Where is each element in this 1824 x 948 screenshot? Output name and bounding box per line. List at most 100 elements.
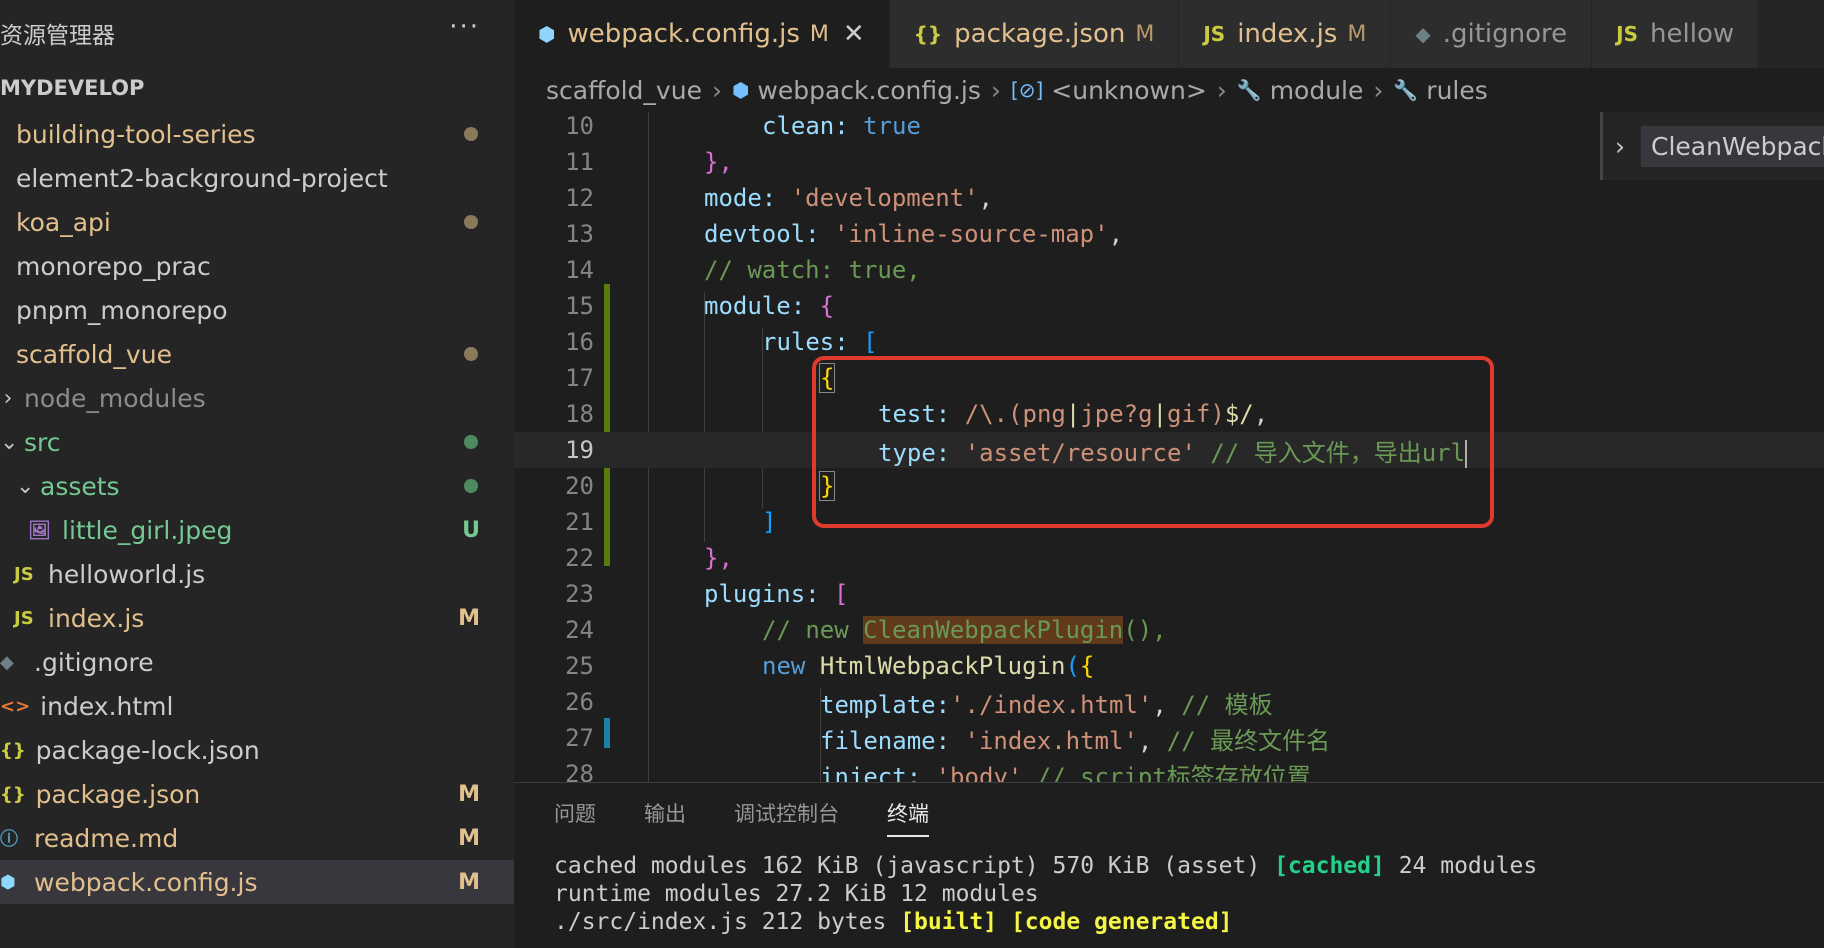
info-file-icon: ⓘ <box>0 829 18 850</box>
tree-item[interactable]: › node_modules <box>0 376 514 420</box>
modified-dot-icon <box>464 215 478 229</box>
line-number: 17 <box>565 364 594 392</box>
tree-item-label: package-lock.json <box>35 735 260 765</box>
code-line: 26 template:'./index.html', // 模板 <box>514 684 1824 720</box>
terminal-output[interactable]: cached modules 162 KiB (javascript) 570 … <box>514 843 1824 937</box>
tree-item[interactable]: {} package-lock.json <box>0 728 514 772</box>
line-number: 28 <box>565 760 594 782</box>
breadcrumb-item-rules[interactable]: rules <box>1426 76 1487 105</box>
tree-item[interactable]: pnpm_monorepo <box>0 288 514 332</box>
git-status-badge: M <box>458 825 480 851</box>
code-line: 14 // watch: true, <box>514 252 1824 288</box>
line-number: 22 <box>565 544 594 572</box>
editor-tab[interactable]: {} package.json M <box>889 0 1180 68</box>
tab-label: package.json <box>954 19 1126 49</box>
line-number: 12 <box>565 184 594 212</box>
git-status-badge: M <box>458 605 480 631</box>
tree-item[interactable]: scaffold_vue <box>0 332 514 376</box>
close-icon[interactable]: ✕ <box>843 19 865 49</box>
tree-item[interactable]: ⓘ readme.md M <box>0 816 514 860</box>
editor-tab[interactable]: JS index.js M <box>1179 0 1392 68</box>
line-number: 10 <box>565 112 594 140</box>
tree-item[interactable]: ⌄ assets <box>0 464 514 508</box>
tree-item-label: element2-background-project <box>16 163 388 193</box>
javascript-file-icon: JS <box>14 563 34 585</box>
breadcrumb-item-module[interactable]: module <box>1270 76 1364 105</box>
tree-item[interactable]: element2-background-project <box>0 156 514 200</box>
tree-item-label: helloworld.js <box>48 559 206 589</box>
editor-tab[interactable]: ⬢ webpack.config.js M ✕ <box>514 0 890 68</box>
bottom-panel: 问题 输出 调试控制台 终端 cached modules 162 KiB (j… <box>514 782 1824 948</box>
tab-modified-badge: M <box>1347 21 1367 47</box>
tree-item-label: src <box>24 427 61 457</box>
panel-tabs: 问题 输出 调试控制台 终端 <box>514 783 1824 843</box>
tree-item-label: monorepo_prac <box>16 251 211 281</box>
tab-output[interactable]: 输出 <box>644 783 686 843</box>
tree-item[interactable]: ⌄ src <box>0 420 514 464</box>
explorer-title-text: 资源管理器 <box>0 23 115 49</box>
breadcrumb-item-symbol[interactable]: <unknown> <box>1051 76 1207 105</box>
javascript-file-icon: JS <box>1203 22 1226 46</box>
code-line: 24 // new CleanWebpackPlugin(), <box>514 612 1824 648</box>
line-number: 18 <box>565 400 594 428</box>
explorer-sidebar: 资源管理器 ··· MYDEVELOP building-tool-series… <box>0 0 514 948</box>
tree-item-label: readme.md <box>34 823 179 853</box>
chevron-right-icon[interactable]: › <box>1615 132 1625 161</box>
tab-terminal[interactable]: 终端 <box>887 783 929 843</box>
tree-item-label: webpack.config.js <box>34 867 258 897</box>
html-file-icon: <> <box>0 695 31 717</box>
code-line: 25 new HtmlWebpackPlugin({ <box>514 648 1824 684</box>
workspace-header[interactable]: MYDEVELOP <box>0 68 144 108</box>
tree-item[interactable]: JS index.js M <box>0 596 514 640</box>
tab-label: hellow <box>1650 19 1735 49</box>
webpack-file-icon: ⬢ <box>0 871 16 893</box>
tree-item[interactable]: {} package.json M <box>0 772 514 816</box>
highlight-annotation-box <box>812 356 1494 528</box>
terminal-line: ./src/index.js 212 bytes [built] [code g… <box>554 909 1233 935</box>
breadcrumb: scaffold_vue › ⬢ webpack.config.js › [⊘]… <box>514 68 1824 112</box>
tree-item[interactable]: ⬢ webpack.config.js M <box>0 860 514 904</box>
tree-item-label: building-tool-series <box>16 119 256 149</box>
tree-item[interactable]: ◆ .gitignore <box>0 640 514 684</box>
tree-item[interactable]: building-tool-series <box>0 112 514 156</box>
chevron-down-icon[interactable]: ⌄ <box>16 474 34 499</box>
modified-dot-icon <box>464 127 478 141</box>
modified-dot-icon <box>464 435 478 449</box>
webpack-file-icon: ⬢ <box>538 22 556 46</box>
variable-icon: [⊘] <box>1010 78 1044 102</box>
breadcrumb-item-file[interactable]: webpack.config.js <box>757 76 980 105</box>
webpack-file-icon: ⬢ <box>731 78 750 102</box>
line-number: 24 <box>565 616 594 644</box>
editor-tab[interactable]: ◆ .gitignore <box>1391 0 1593 68</box>
json-file-icon: {} <box>0 783 26 805</box>
line-number: 20 <box>565 472 594 500</box>
tree-item-label: .gitignore <box>34 647 154 677</box>
tree-item[interactable]: <> index.html <box>0 684 514 728</box>
breadcrumb-item-folder[interactable]: scaffold_vue <box>546 76 702 105</box>
tree-item-label: package.json <box>35 779 201 809</box>
more-actions-icon[interactable]: ··· <box>449 12 480 42</box>
tree-item-label: koa_api <box>16 207 111 237</box>
editor-tab[interactable]: JS hellow <box>1592 0 1760 68</box>
line-number: 13 <box>565 220 594 248</box>
git-status-badge: M <box>458 781 480 807</box>
tree-item[interactable]: monorepo_prac <box>0 244 514 288</box>
line-number: 26 <box>565 688 594 716</box>
tab-debug-console[interactable]: 调试控制台 <box>734 783 839 843</box>
peek-label: CleanWebpack <box>1641 125 1824 167</box>
tab-problems[interactable]: 问题 <box>554 783 596 843</box>
tab-label: index.js <box>1237 19 1338 49</box>
line-number: 15 <box>565 292 594 320</box>
tab-label: .gitignore <box>1442 19 1568 49</box>
terminal-line: runtime modules 27.2 KiB 12 modules <box>554 881 1039 907</box>
tree-item-label: assets <box>40 471 120 501</box>
chevron-right-icon[interactable]: › <box>0 386 16 411</box>
git-file-icon: ◆ <box>1415 22 1431 46</box>
tree-item[interactable]: koa_api <box>0 200 514 244</box>
sticky-scroll-peek[interactable]: › CleanWebpack <box>1600 112 1824 180</box>
tree-item-label: index.js <box>48 603 145 633</box>
code-line: 28 inject: 'body' // script标签存放位置 <box>514 756 1824 782</box>
chevron-down-icon[interactable]: ⌄ <box>0 430 18 455</box>
tree-item[interactable]: JS helloworld.js <box>0 552 514 596</box>
tree-item[interactable]: 🖼 little_girl.jpeg U <box>0 508 514 552</box>
